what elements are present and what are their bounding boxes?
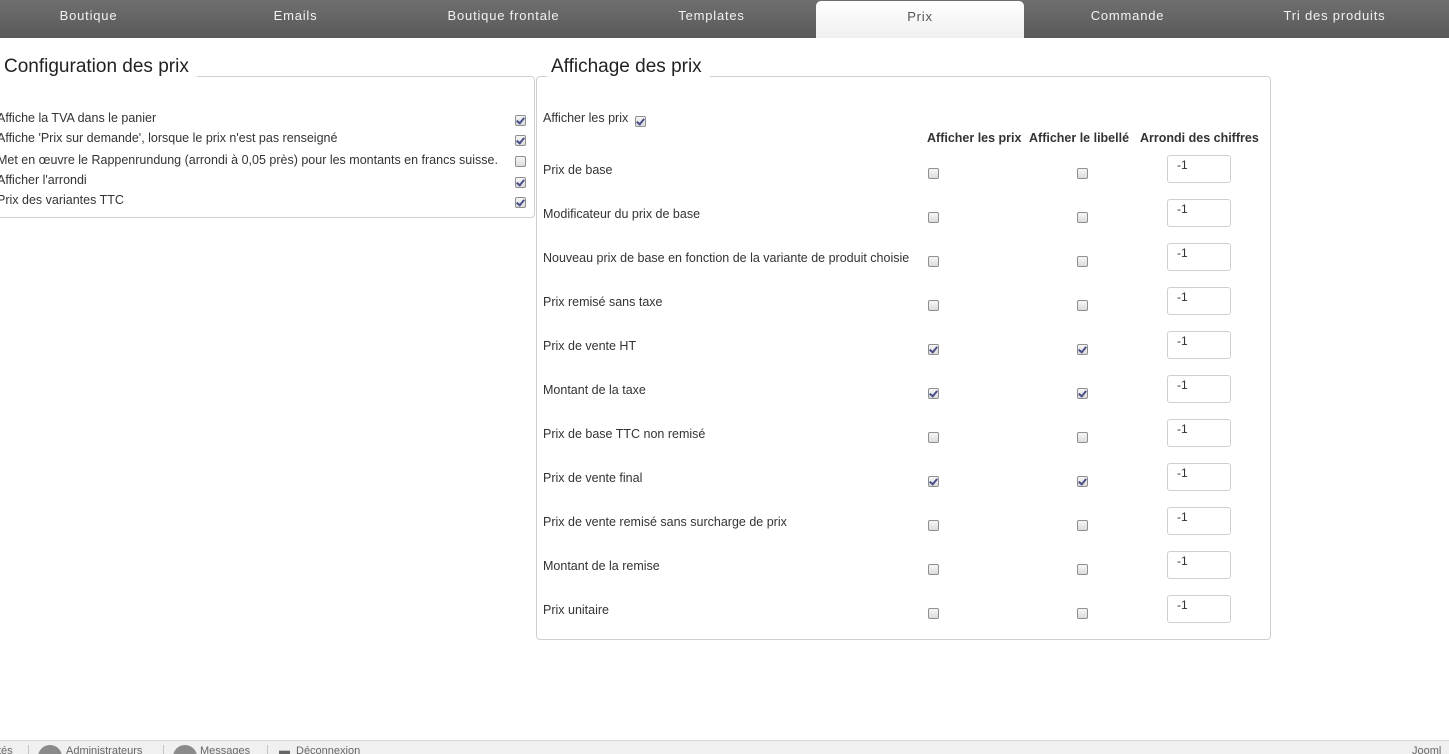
show-label-checkbox[interactable] [1077, 520, 1088, 531]
price-row-label: Prix de vente final [543, 471, 643, 485]
config-item-arrondi-label: Afficher l'arrondi [0, 173, 87, 187]
config-arrondi-checkbox[interactable] [515, 177, 526, 188]
price-row-label: Prix de base [543, 163, 613, 177]
show-price-checkbox[interactable] [928, 344, 939, 355]
show-label-checkbox[interactable] [1077, 344, 1088, 355]
show-price-checkbox[interactable] [928, 300, 939, 311]
config-item-rappenrundung-label: Met en œuvre le Rappenrundung (arrondi à… [0, 153, 498, 167]
config-title: Configuration des prix [0, 55, 197, 79]
column-header-afficher-prix: Afficher les prix [927, 131, 1022, 145]
show-label-checkbox[interactable] [1077, 564, 1088, 575]
show-price-checkbox[interactable] [928, 212, 939, 223]
rounding-input[interactable] [1167, 243, 1231, 271]
show-price-checkbox[interactable] [928, 168, 939, 179]
show-label-checkbox[interactable] [1077, 608, 1088, 619]
rounding-input[interactable] [1167, 331, 1231, 359]
show-label-checkbox[interactable] [1077, 300, 1088, 311]
show-label-checkbox[interactable] [1077, 432, 1088, 443]
rounding-input[interactable] [1167, 595, 1231, 623]
rounding-input[interactable] [1167, 463, 1231, 491]
rounding-input[interactable] [1167, 551, 1231, 579]
config-item-prix-demande-label: Affiche 'Prix sur demande', lorsque le p… [0, 131, 338, 145]
column-header-arrondi: Arrondi des chiffres [1140, 131, 1259, 145]
config-item-tva-label: Affiche la TVA dans le panier [0, 111, 157, 125]
config-item-variantes-ttc-label: Prix des variantes TTC [0, 193, 124, 207]
tab-templates[interactable]: Templates [608, 0, 815, 38]
tab-boutique[interactable]: Boutique [0, 0, 192, 38]
rounding-input[interactable] [1167, 375, 1231, 403]
affichage-title: Affichage des prix [547, 55, 710, 79]
config-prix-demande-checkbox[interactable] [515, 135, 526, 146]
config-rappenrundung-checkbox[interactable] [515, 156, 526, 167]
show-price-checkbox[interactable] [928, 520, 939, 531]
config-tva-checkbox[interactable] [515, 115, 526, 126]
show-label-checkbox[interactable] [1077, 168, 1088, 179]
show-price-checkbox[interactable] [928, 388, 939, 399]
show-price-checkbox[interactable] [928, 564, 939, 575]
show-price-checkbox[interactable] [928, 608, 939, 619]
price-row-label: Prix de vente HT [543, 339, 637, 353]
price-row-label: Modificateur du prix de base [543, 207, 701, 221]
tab-emails[interactable]: Emails [192, 0, 399, 38]
price-row-label: Prix unitaire [543, 603, 609, 617]
price-row-label: Prix de base TTC non remisé [543, 427, 706, 441]
show-label-checkbox[interactable] [1077, 212, 1088, 223]
price-row-label: Montant de la taxe [543, 383, 646, 397]
tab-commande[interactable]: Commande [1024, 0, 1231, 38]
tab-bar: Boutique Emails Boutique frontale Templa… [0, 0, 1449, 38]
show-price-checkbox[interactable] [928, 432, 939, 443]
show-prices-checkbox[interactable] [635, 116, 646, 127]
affichage-fieldset [536, 76, 1271, 640]
tab-boutique-frontale[interactable]: Boutique frontale [400, 0, 607, 38]
status-footer: tés Administrateurs Messages ▬ Déconnexi… [0, 740, 1449, 754]
price-row-label: Prix remisé sans taxe [543, 295, 663, 309]
show-price-checkbox[interactable] [928, 476, 939, 487]
tab-tri-des-produits[interactable]: Tri des produits [1231, 0, 1438, 38]
column-header-afficher-libelle: Afficher le libellé [1029, 131, 1130, 145]
rounding-input[interactable] [1167, 419, 1231, 447]
show-label-checkbox[interactable] [1077, 388, 1088, 399]
config-variantes-ttc-checkbox[interactable] [515, 197, 526, 208]
show-label-checkbox[interactable] [1077, 256, 1088, 267]
price-row-label: Nouveau prix de base en fonction de la v… [543, 251, 910, 265]
rounding-input[interactable] [1167, 287, 1231, 315]
rounding-input[interactable] [1167, 507, 1231, 535]
rounding-input[interactable] [1167, 199, 1231, 227]
tab-prix[interactable]: Prix [816, 1, 1024, 38]
show-prices-label: Afficher les prix [543, 111, 629, 125]
show-label-checkbox[interactable] [1077, 476, 1088, 487]
show-price-checkbox[interactable] [928, 256, 939, 267]
price-row-label: Montant de la remise [543, 559, 660, 573]
rounding-input[interactable] [1167, 155, 1231, 183]
price-row-label: Prix de vente remisé sans surcharge de p… [543, 515, 787, 529]
